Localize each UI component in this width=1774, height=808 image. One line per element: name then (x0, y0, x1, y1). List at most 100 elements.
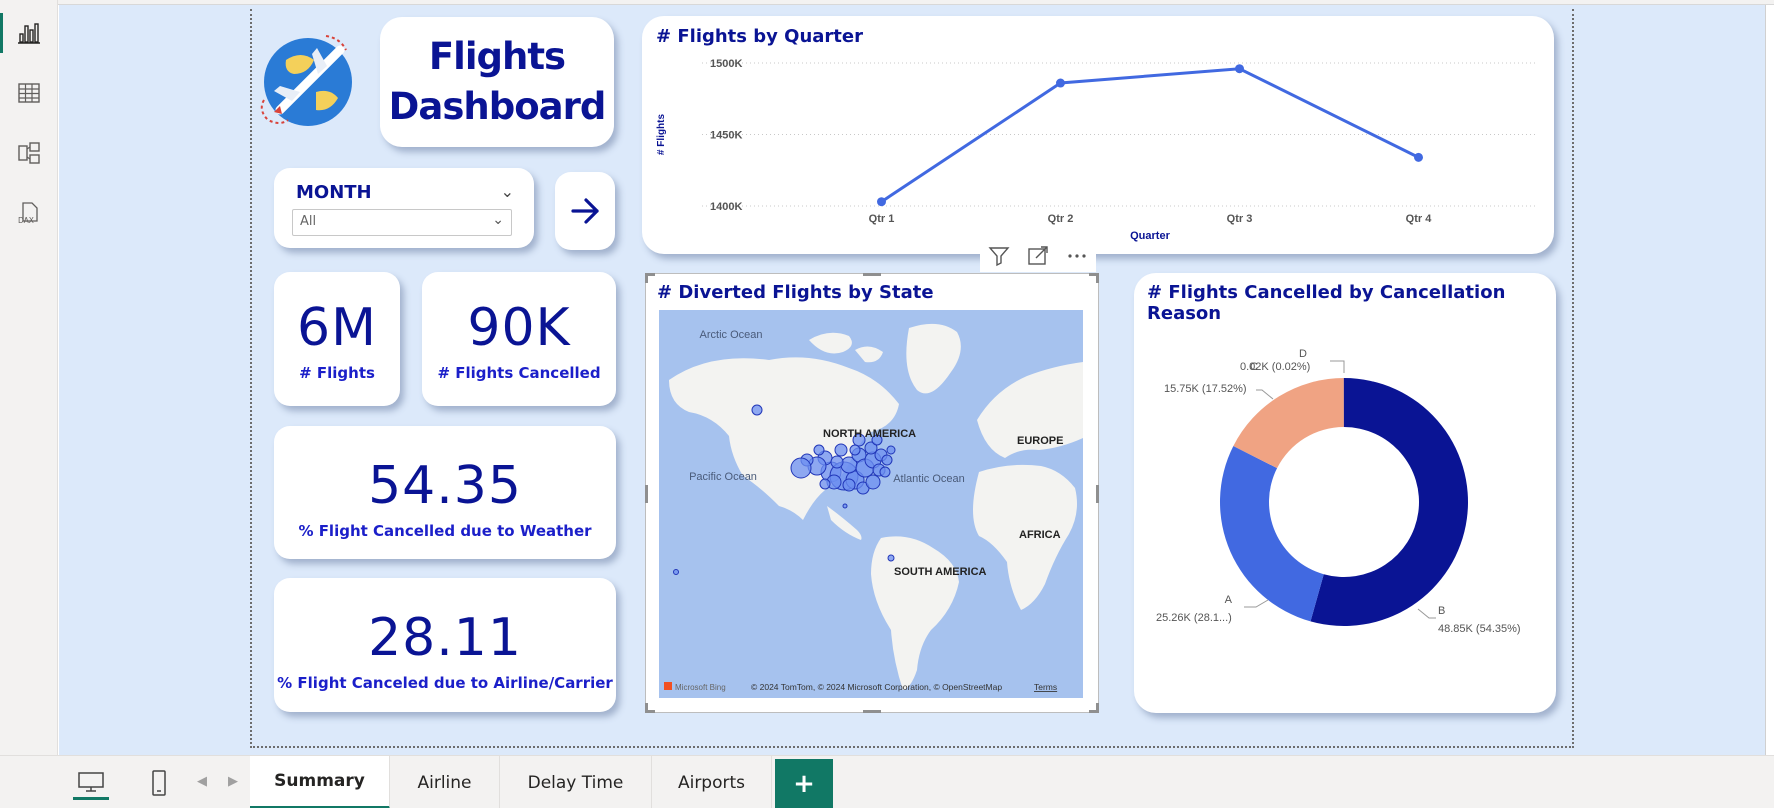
kpi-cancelled-label: # Flights Cancelled (437, 364, 601, 382)
tab-delay-time[interactable]: Delay Time (500, 756, 652, 808)
line-chart: 1400K 1450K 1500K Qtr 1 Qtr 2 Qtr 3 Qtr 4 Quart… (656, 58, 1537, 242)
mobile-layout-button[interactable] (145, 766, 173, 800)
slice-value-label: 25.26K (28.1...) (1156, 612, 1232, 624)
kpi-flights-value: 6M (297, 298, 377, 358)
kpi-flights-label: # Flights (299, 364, 375, 382)
resize-handle[interactable] (1096, 273, 1099, 283)
arrow-right-icon (571, 198, 599, 224)
filter-icon[interactable] (987, 244, 1011, 268)
map-label-africa: AFRICA (1019, 529, 1061, 541)
y-tick-label: 1500K (710, 58, 742, 70)
map-attribution: © 2024 TomTom, © 2024 Microsoft Corporat… (751, 682, 1002, 692)
slicer-dropdown[interactable]: All ⌄ (292, 209, 512, 236)
map-bubble[interactable] (673, 569, 679, 575)
kpi-weather-value: 54.35 (368, 456, 522, 516)
dax-query-icon: DAX (18, 202, 38, 225)
more-options-icon[interactable] (1065, 244, 1089, 268)
dax-query-button[interactable]: DAX (0, 185, 58, 241)
tab-summary[interactable]: Summary (250, 756, 390, 808)
map-bubble[interactable] (849, 444, 861, 456)
map-bubble[interactable] (886, 445, 896, 455)
kpi-weather-label: % Flight Cancelled due to Weather (298, 522, 592, 540)
svg-text:DAX: DAX (18, 216, 34, 225)
kpi-cancelled-value: 90K (467, 298, 571, 358)
desktop-layout-button[interactable] (73, 766, 109, 800)
map-label-arctic: Arctic Ocean (700, 329, 763, 341)
report-view-icon (18, 23, 40, 44)
map-bubble[interactable] (879, 466, 891, 478)
page-tabs-bar: ◀ ▶ Summary Airline Delay Time Airports … (0, 755, 1774, 808)
slice-name-label: D (1299, 348, 1307, 360)
focus-mode-icon[interactable] (1026, 244, 1050, 268)
leader-line (1256, 389, 1274, 400)
pane-edge (1765, 5, 1774, 755)
title-line-2: Dashboard (388, 85, 607, 128)
model-view-button[interactable] (0, 125, 58, 181)
slice-name-label: A (1225, 594, 1233, 606)
cancellation-reason-card[interactable]: # Flights Cancelled by Cancellation Reas… (1134, 273, 1556, 713)
slicer-collapse-chevron-icon[interactable]: ⌄ (501, 182, 514, 201)
resize-handle[interactable] (863, 710, 881, 713)
airplane-globe-logo (260, 35, 352, 126)
slice-name-label: B (1438, 605, 1445, 617)
leader-line (1417, 608, 1436, 619)
map-bubble[interactable] (842, 503, 848, 509)
visual-header-toolbar (980, 240, 1096, 272)
y-tick-label: 1400K (710, 201, 742, 213)
donut-chart: BACD48.85K (54.35%)25.26K (28.1...)15.75… (1156, 348, 1521, 635)
line-point[interactable] (877, 197, 886, 207)
map-label-europe: EUROPE (1017, 435, 1063, 447)
resize-handle[interactable] (645, 485, 648, 503)
microsoft-logo-icon (664, 682, 672, 690)
desktop-icon (78, 771, 104, 792)
leader-line (1330, 360, 1345, 373)
line-point[interactable] (1414, 152, 1423, 162)
mobile-phone-icon (152, 770, 166, 796)
map-bubble[interactable] (842, 478, 856, 492)
title-line-1: Flights (428, 35, 566, 78)
dashboard-title: Flights Dashboard (388, 32, 607, 132)
flights-series-line (880, 67, 1420, 203)
table-view-icon (18, 83, 40, 103)
map-bubble[interactable] (865, 474, 881, 490)
map-bubble[interactable] (887, 554, 895, 562)
line-point[interactable] (1235, 64, 1244, 74)
next-page-icon[interactable]: ▶ (228, 774, 238, 789)
powerbi-window: DAX Flights Dashboard MONTH ⌄ All ⌄ 6M #… (0, 0, 1774, 808)
flights-by-quarter-card[interactable]: # Flights by Quarter 1400K 1450K 1500K Qtr … (642, 16, 1554, 254)
previous-page-icon[interactable]: ◀ (197, 774, 207, 789)
table-view-button[interactable] (0, 65, 58, 121)
map-terms-link[interactable]: Terms (1034, 682, 1057, 692)
report-view-button[interactable] (0, 5, 58, 61)
navigate-button[interactable] (555, 172, 615, 250)
line-point[interactable] (1056, 78, 1065, 88)
resize-handle[interactable] (645, 703, 648, 713)
donut-slice-a[interactable] (1220, 446, 1324, 622)
map-bubble[interactable] (881, 454, 893, 466)
y-axis-label: # Flights (656, 114, 667, 156)
resize-handle[interactable] (863, 273, 881, 276)
map-bubble[interactable] (813, 444, 825, 456)
x-tick-label: Qtr 1 (869, 213, 895, 225)
map-bubble[interactable] (790, 457, 812, 479)
slicer-label: MONTH (296, 182, 372, 203)
resize-handle[interactable] (1096, 485, 1099, 503)
map-label-atlantic: Atlantic Ocean (893, 473, 965, 485)
resize-handle[interactable] (1096, 703, 1099, 713)
map-bubble[interactable] (834, 443, 848, 457)
map-bubble[interactable] (830, 455, 844, 469)
map-bubble[interactable] (751, 404, 763, 416)
map-bubble[interactable] (819, 478, 831, 490)
slice-value-label: 15.75K (17.52%) (1164, 383, 1247, 395)
kpi-cancelled-card: 90K # Flights Cancelled (422, 272, 616, 406)
kpi-carrier-value: 28.11 (368, 608, 522, 668)
map-label-south-america: SOUTH AMERICA (894, 566, 987, 578)
x-tick-label: Qtr 2 (1048, 213, 1074, 225)
resize-handle[interactable] (645, 273, 648, 283)
add-page-button[interactable]: + (775, 759, 833, 808)
tab-airline[interactable]: Airline (390, 756, 500, 808)
diverted-flights-map-card[interactable]: # Diverted Flights by State Arctic Ocean… (645, 273, 1099, 713)
tab-airports[interactable]: Airports (652, 756, 772, 808)
view-rail: DAX (0, 0, 58, 755)
world-map[interactable]: Arctic Ocean NORTH AMERICA EUROPE Pacifi… (659, 310, 1083, 698)
